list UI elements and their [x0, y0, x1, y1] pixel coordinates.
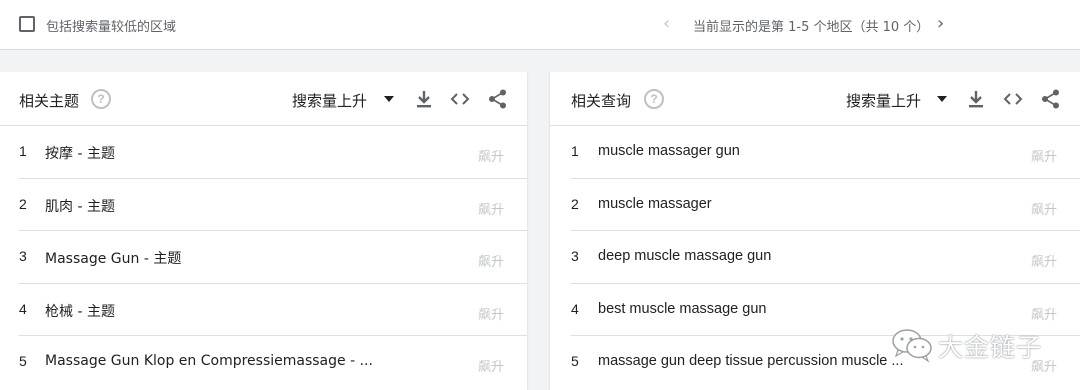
breakout-badge: 飙升 — [477, 307, 504, 323]
chevron-right-icon[interactable]: › — [937, 13, 944, 34]
card-header: 相关主题 ? 搜索量上升 — [0, 72, 527, 126]
rank: 5 — [571, 353, 579, 369]
topic-link[interactable]: 肌肉 - 主题 — [45, 196, 115, 216]
rank: 3 — [19, 248, 27, 264]
topic-link[interactable]: Massage Gun Klop en Compressiemassage - … — [45, 353, 373, 369]
query-link[interactable]: deep muscle massage gun — [598, 248, 771, 264]
list-item[interactable]: 3 deep muscle massage gun 飙升 — [571, 231, 1080, 284]
caret-down-icon[interactable] — [937, 96, 947, 102]
pager-status: 当前显示的是第 1-5 个地区（共 10 个） — [693, 20, 930, 35]
watermark-text: 大金链子 — [938, 333, 1043, 362]
card-title: 相关查询 — [571, 92, 632, 110]
list-item[interactable]: 5 Massage Gun Klop en Compressiemassage … — [19, 336, 527, 389]
filter-bar: 包括搜索量较低的区域 ‹ 当前显示的是第 1-5 个地区（共 10 个） › — [0, 0, 1080, 50]
help-icon[interactable]: ? — [644, 89, 664, 109]
query-link[interactable]: best muscle massage gun — [598, 301, 766, 317]
list-item[interactable]: 1 muscle massager gun 飙升 — [571, 126, 1080, 179]
list-item[interactable]: 2 肌肉 - 主题 飙升 — [19, 179, 527, 231]
rank: 3 — [571, 248, 579, 264]
card-header: 相关查询 ? 搜索量上升 — [550, 72, 1080, 126]
list-item[interactable]: 2 muscle massager 飙升 — [571, 179, 1080, 231]
sort-dropdown[interactable]: 搜索量上升 — [292, 90, 367, 111]
rank: 2 — [19, 195, 27, 212]
breakout-badge: 飙升 — [477, 202, 504, 218]
rank: 4 — [19, 300, 27, 317]
breakout-badge: 飙升 — [477, 150, 504, 165]
embed-icon[interactable] — [1003, 88, 1023, 110]
sort-dropdown[interactable]: 搜索量上升 — [846, 90, 921, 111]
rank: 1 — [19, 143, 27, 159]
query-link[interactable]: massage gun deep tissue percussion muscl… — [598, 353, 903, 369]
help-icon[interactable]: ? — [91, 89, 111, 109]
low-volume-checkbox-label[interactable]: 包括搜索量较低的区域 — [46, 16, 176, 35]
rank: 1 — [571, 143, 579, 159]
topic-link[interactable]: 枪械 - 主题 — [45, 301, 115, 321]
download-icon[interactable] — [414, 88, 434, 110]
list-item[interactable]: 1 按摩 - 主题 飙升 — [19, 126, 527, 179]
caret-down-icon[interactable] — [384, 96, 394, 102]
breakout-badge: 飙升 — [477, 255, 504, 270]
share-icon[interactable] — [488, 88, 508, 110]
breakout-badge: 飙升 — [1030, 307, 1057, 323]
list-item[interactable]: 3 Massage Gun - 主题 飙升 — [19, 231, 527, 284]
topic-link[interactable]: 按摩 - 主题 — [45, 143, 115, 163]
list-item[interactable]: 4 枪械 - 主题 飙升 — [19, 284, 527, 336]
download-icon[interactable] — [966, 88, 986, 110]
query-link[interactable]: muscle massager — [598, 196, 712, 212]
wechat-icon — [892, 329, 932, 363]
breakout-badge: 飙升 — [1030, 255, 1057, 270]
topics-list: 1 按摩 - 主题 飙升 2 肌肉 - 主题 飙升 3 Massage Gun … — [19, 126, 527, 389]
breakout-badge: 飙升 — [1030, 150, 1057, 165]
query-link[interactable]: muscle massager gun — [598, 143, 740, 159]
breakout-badge: 飙升 — [477, 360, 504, 375]
rank: 4 — [571, 300, 579, 317]
rank: 2 — [571, 195, 579, 212]
topic-link[interactable]: Massage Gun - 主题 — [45, 248, 181, 268]
card-title: 相关主题 — [19, 92, 80, 110]
breakout-badge: 飙升 — [1030, 202, 1057, 218]
watermark: 大金链子 — [890, 325, 1060, 365]
rank: 5 — [19, 353, 27, 369]
related-topics-card: 相关主题 ? 搜索量上升 1 按摩 - 主题 飙升 2 肌肉 - 主题 飙升 3… — [0, 72, 527, 390]
embed-icon[interactable] — [450, 88, 470, 110]
share-icon[interactable] — [1041, 88, 1061, 110]
low-volume-checkbox[interactable] — [19, 16, 35, 32]
chevron-left-icon[interactable]: ‹ — [663, 13, 670, 34]
